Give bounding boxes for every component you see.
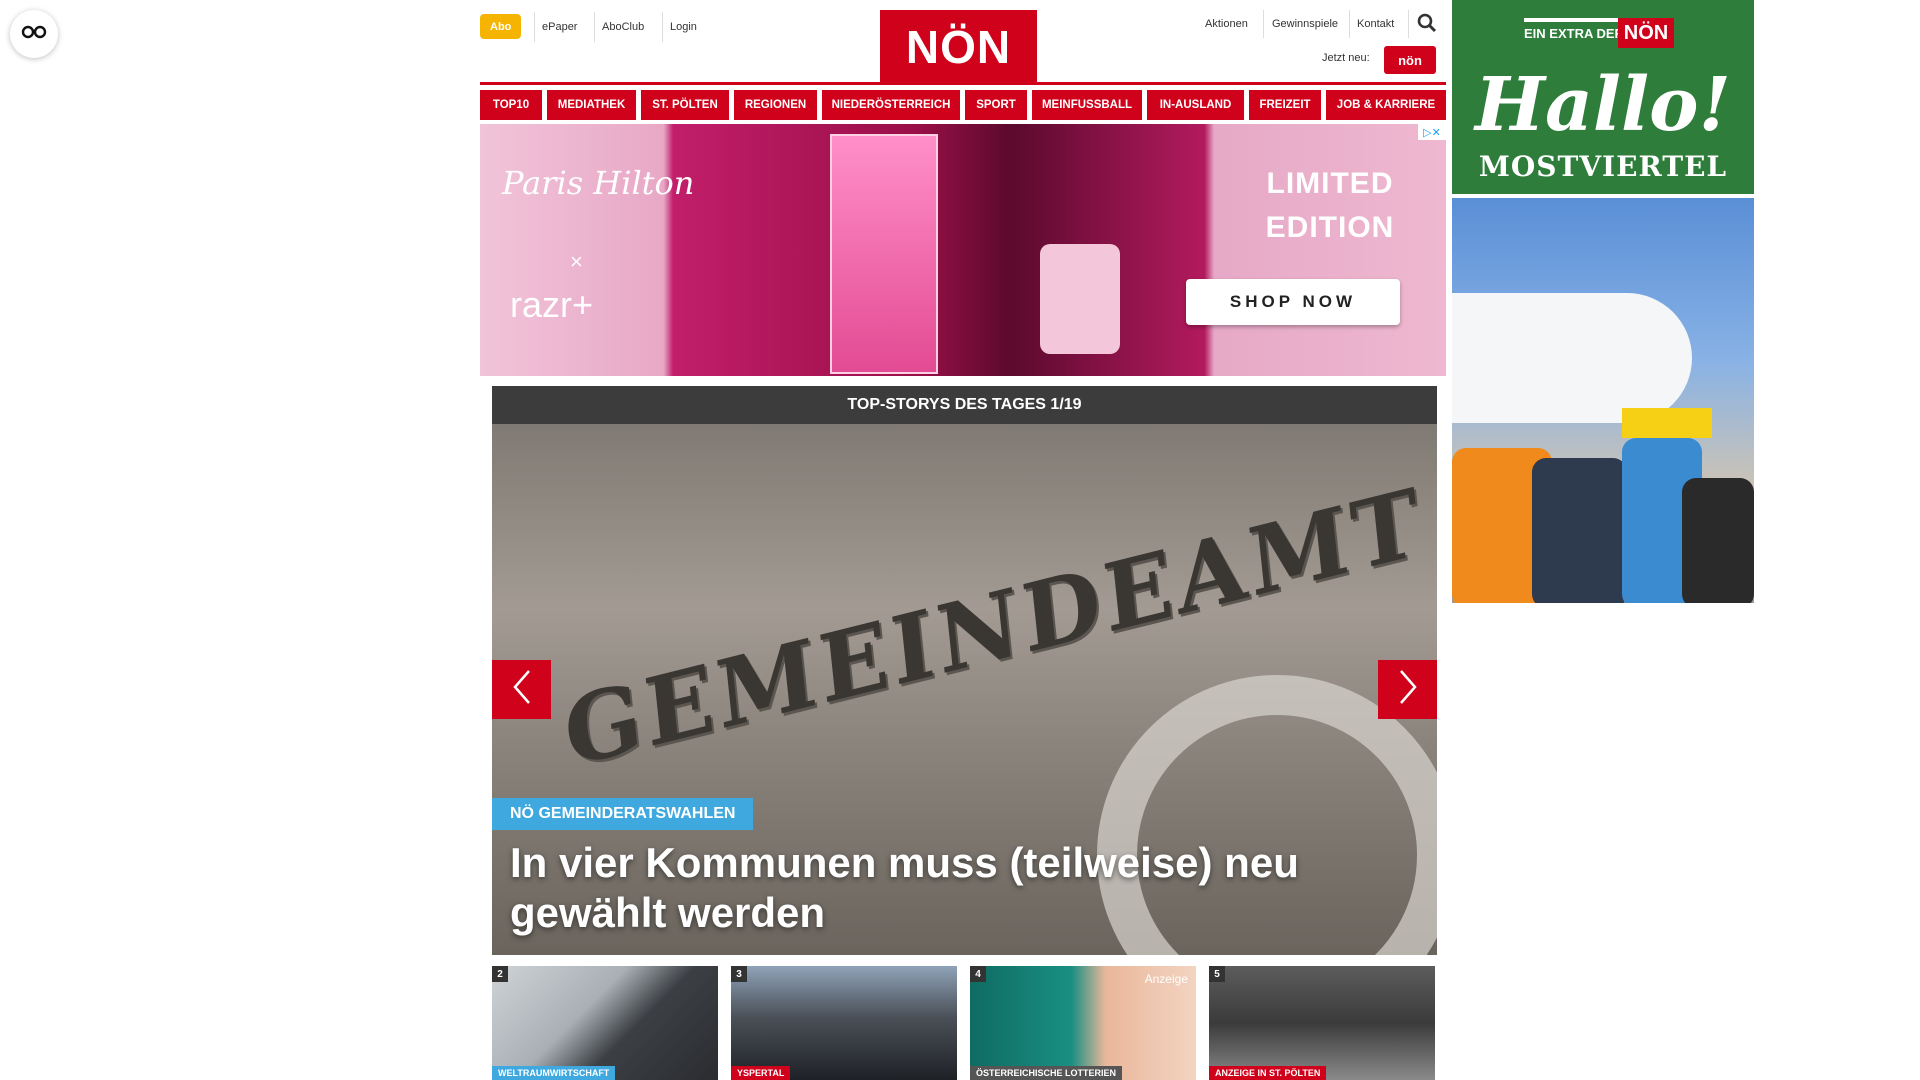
- top-stories-header: TOP-STORYS DES TAGES 1/19: [492, 386, 1437, 424]
- divider: [594, 12, 595, 42]
- anzeige-label: Anzeige: [1144, 972, 1188, 986]
- suitcase-navy: [1532, 458, 1627, 603]
- story-number: 5: [1209, 966, 1225, 982]
- nav-item-job-karriere[interactable]: JOB & KARRIERE: [1326, 90, 1446, 120]
- aktionen-link[interactable]: Aktionen: [1205, 12, 1248, 36]
- hero-category-tag[interactable]: NÖ GEMEINDERATSWAHLEN: [492, 798, 754, 830]
- gewinnspiele-link[interactable]: Gewinnspiele: [1272, 12, 1338, 36]
- nav-item-in-ausland[interactable]: IN-AUSLAND: [1147, 90, 1244, 120]
- nav-item-regionen[interactable]: REGIONEN: [734, 90, 817, 120]
- divider: [1349, 10, 1350, 38]
- story-number: 4: [970, 966, 986, 982]
- side-ad-hallo-mostviertel[interactable]: EIN EXTRA DER NÖN Hallo! MOSTVIERTEL: [1452, 0, 1754, 194]
- story-number: 3: [731, 966, 747, 982]
- divider: [1408, 10, 1409, 38]
- story-tag: ÖSTERREICHISCHE LOTTERIEN: [970, 1066, 1123, 1080]
- side-ad-airport[interactable]: [1452, 198, 1754, 603]
- abo-button[interactable]: Abo: [480, 14, 522, 39]
- divider: [1263, 10, 1264, 38]
- side-ad-logo: NÖN: [1618, 18, 1674, 48]
- story-thumb-3[interactable]: 3 YSPERTAL: [731, 966, 957, 1080]
- mini-logo-link[interactable]: nön: [1384, 46, 1436, 74]
- side-ad-rule: [1524, 18, 1620, 22]
- story-thumb-4[interactable]: 4 Anzeige ÖSTERREICHISCHE LOTTERIEN: [970, 966, 1196, 1080]
- side-ad-hallo: Hallo!: [1475, 62, 1731, 148]
- nav-item-mediathek[interactable]: MEDIATHEK: [547, 90, 636, 120]
- reader-mode-button[interactable]: [10, 10, 58, 58]
- story-tag: ANZEIGE IN ST. PÖLTEN: [1209, 1066, 1327, 1080]
- story-thumb-5[interactable]: 5 ANZEIGE IN ST. PÖLTEN: [1209, 966, 1435, 1080]
- carousel-next-button[interactable]: [1378, 660, 1437, 719]
- hero-story[interactable]: GEMEINDEAMT NÖ GEMEINDERATSWAHLEN In vie…: [492, 424, 1437, 955]
- ad-razr-logo: razr+: [510, 284, 594, 325]
- carousel-prev-button[interactable]: [492, 660, 551, 719]
- nav-item-meinfussball[interactable]: MEINFUSSBALL: [1032, 90, 1142, 120]
- story-tag: WELTRAUMWIRTSCHAFT: [492, 1066, 616, 1080]
- search-icon[interactable]: [1417, 13, 1437, 33]
- story-tag: YSPERTAL: [731, 1066, 791, 1080]
- story-thumb-2[interactable]: 2 WELTRAUMWIRTSCHAFT: [492, 966, 718, 1080]
- login-link[interactable]: Login: [670, 14, 697, 39]
- chevron-right-icon: [1397, 669, 1419, 710]
- ad-banner[interactable]: Paris Hilton × razr+ LIMITED EDITION SHO…: [480, 124, 1446, 376]
- ad-limited-edition: LIMITED EDITION: [1265, 167, 1395, 244]
- ad-brand-logo: Paris Hilton: [502, 164, 695, 202]
- header-rule: [480, 82, 1446, 85]
- side-ad-region: MOSTVIERTEL: [1478, 150, 1728, 183]
- reader-glasses-icon: [21, 25, 47, 44]
- suitcase-black: [1682, 478, 1754, 603]
- nav-item-niederoesterreich[interactable]: NIEDERÖSTERREICH: [822, 90, 960, 120]
- epaper-link[interactable]: ePaper: [542, 14, 577, 39]
- ad-choices-icon[interactable]: ▷✕: [1418, 124, 1446, 140]
- kontakt-link[interactable]: Kontakt: [1357, 12, 1394, 36]
- main-nav: TOP10 MEDIATHEK ST. PÖLTEN REGIONEN NIED…: [480, 90, 1446, 120]
- chevron-left-icon: [511, 669, 533, 710]
- hero-headline[interactable]: In vier Kommunen muss (teilweise) neu ge…: [510, 838, 1410, 938]
- side-ad-extra-label: EIN EXTRA DER: [1524, 26, 1624, 41]
- airplane-image: [1452, 293, 1692, 423]
- nav-item-freizeit[interactable]: FREIZEIT: [1249, 90, 1321, 120]
- ad-shop-now-button[interactable]: SHOP NOW: [1186, 279, 1400, 325]
- jetzt-neu-label: Jetzt neu:: [1322, 52, 1370, 64]
- vehicle-yellow: [1622, 408, 1712, 438]
- ad-product-box: [830, 134, 938, 374]
- nav-item-sport[interactable]: SPORT: [965, 90, 1027, 120]
- site-logo[interactable]: NÖN: [880, 10, 1037, 84]
- divider: [662, 12, 663, 42]
- ad-phone-image: [1040, 244, 1120, 354]
- divider: [534, 12, 535, 42]
- site-header: Abo ePaper AboClub Login NÖN Aktionen Ge…: [480, 0, 1440, 84]
- ad-cross: ×: [570, 249, 583, 274]
- nav-item-st-poelten[interactable]: ST. PÖLTEN: [641, 90, 729, 120]
- story-number: 2: [492, 966, 508, 982]
- aboclub-link[interactable]: AboClub: [602, 14, 644, 39]
- nav-item-top10[interactable]: TOP10: [480, 90, 542, 120]
